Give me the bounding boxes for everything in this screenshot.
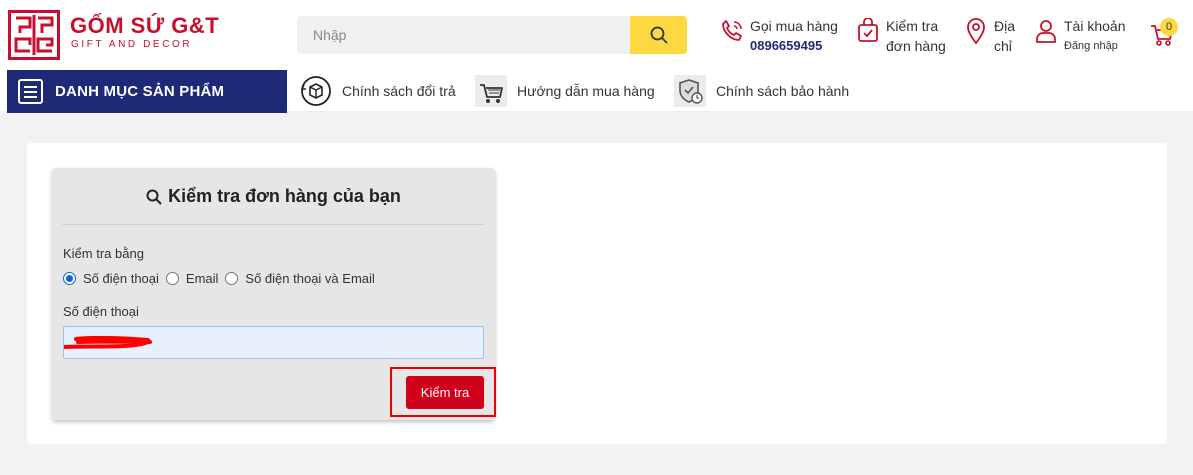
radio-phone-and-email-label[interactable]: Số điện thoại và Email (245, 271, 374, 286)
main-nav: DANH MỤC SẢN PHẨM Chính sách đổi trả Hướ… (0, 70, 1193, 113)
address-link[interactable]: Địa chỉ (962, 16, 1015, 56)
cart-count-badge: 0 (1160, 18, 1178, 36)
redaction-scribble (64, 336, 152, 349)
call-to-order[interactable]: Gọi mua hàng 0896659495 (718, 16, 838, 56)
phone-icon (718, 16, 746, 46)
order-check-title-text: Kiểm tra đơn hàng của bạn (168, 186, 401, 206)
search-button[interactable] (630, 16, 687, 54)
check-order-line2: đơn hàng (886, 38, 946, 54)
product-category-menu-button[interactable]: DANH MỤC SẢN PHẨM (7, 70, 287, 113)
category-menu-label: DANH MỤC SẢN PHẨM (55, 83, 225, 100)
nav-link-label: Hướng dẫn mua hàng (517, 83, 655, 99)
check-order-submit-button[interactable]: Kiểm tra (406, 376, 484, 409)
submit-highlight-box: Kiểm tra (390, 367, 496, 417)
check-by-label: Kiểm tra bằng (63, 246, 144, 261)
logo-mark-icon (8, 10, 60, 60)
main-content: Kiểm tra đơn hàng của bạn Kiểm tra bằng … (27, 143, 1167, 444)
phone-number-field[interactable] (63, 326, 484, 359)
site-header: GỐM SỨ G&T GIFT AND DECOR Gọi mua hàng 0… (0, 0, 1193, 70)
cart-button[interactable]: 0 (1148, 18, 1178, 50)
order-check-title: Kiểm tra đơn hàng của bạn (52, 186, 495, 207)
logo-tagline: GIFT AND DECOR (71, 39, 193, 50)
nav-link-return-policy[interactable]: Chính sách đổi trả (300, 75, 456, 107)
search-icon (650, 26, 668, 44)
map-pin-icon (962, 16, 990, 46)
radio-email-label[interactable]: Email (186, 271, 219, 286)
account-label: Tài khoản (1064, 18, 1126, 34)
address-line2: chỉ (994, 38, 1012, 54)
order-box-icon (854, 16, 882, 46)
nav-link-warranty-policy[interactable]: Chính sách bảo hành (674, 75, 849, 107)
nav-link-label: Chính sách đổi trả (342, 83, 456, 99)
check-order-line1: Kiểm tra (886, 18, 939, 34)
search-bar (297, 16, 687, 54)
call-label: Gọi mua hàng (750, 18, 838, 34)
call-phone-number: 0896659495 (750, 38, 823, 53)
user-icon (1032, 16, 1060, 46)
radio-phone-label[interactable]: Số điện thoại (83, 271, 159, 286)
divider (62, 224, 485, 225)
login-link[interactable]: Đăng nhập (1064, 36, 1125, 56)
search-input[interactable] (297, 16, 630, 54)
nav-link-shopping-guide[interactable]: Hướng dẫn mua hàng (475, 75, 655, 107)
shopping-cart-icon (475, 75, 507, 107)
radio-phone[interactable] (63, 272, 76, 285)
radio-email[interactable] (165, 272, 179, 285)
account-link[interactable]: Tài khoản Đăng nhập (1032, 16, 1125, 56)
logo-name: GỐM SỨ G&T (70, 13, 220, 38)
check-method-radio-group: Số điện thoại Email Số điện thoại và Ema… (63, 271, 382, 286)
shield-clock-icon (674, 75, 706, 107)
logo[interactable]: GỐM SỨ G&T GIFT AND DECOR (8, 10, 219, 60)
order-check-card: Kiểm tra đơn hàng của bạn Kiểm tra bằng … (52, 168, 496, 420)
return-box-icon (300, 75, 332, 107)
check-order-link[interactable]: Kiểm tra đơn hàng (854, 16, 946, 56)
hamburger-menu-icon (18, 79, 43, 104)
phone-field-label: Số điện thoại (63, 304, 139, 319)
radio-phone-and-email[interactable] (225, 272, 239, 285)
search-icon (146, 189, 162, 205)
nav-link-label: Chính sách bảo hành (716, 83, 850, 99)
address-line1: Địa (994, 18, 1016, 34)
